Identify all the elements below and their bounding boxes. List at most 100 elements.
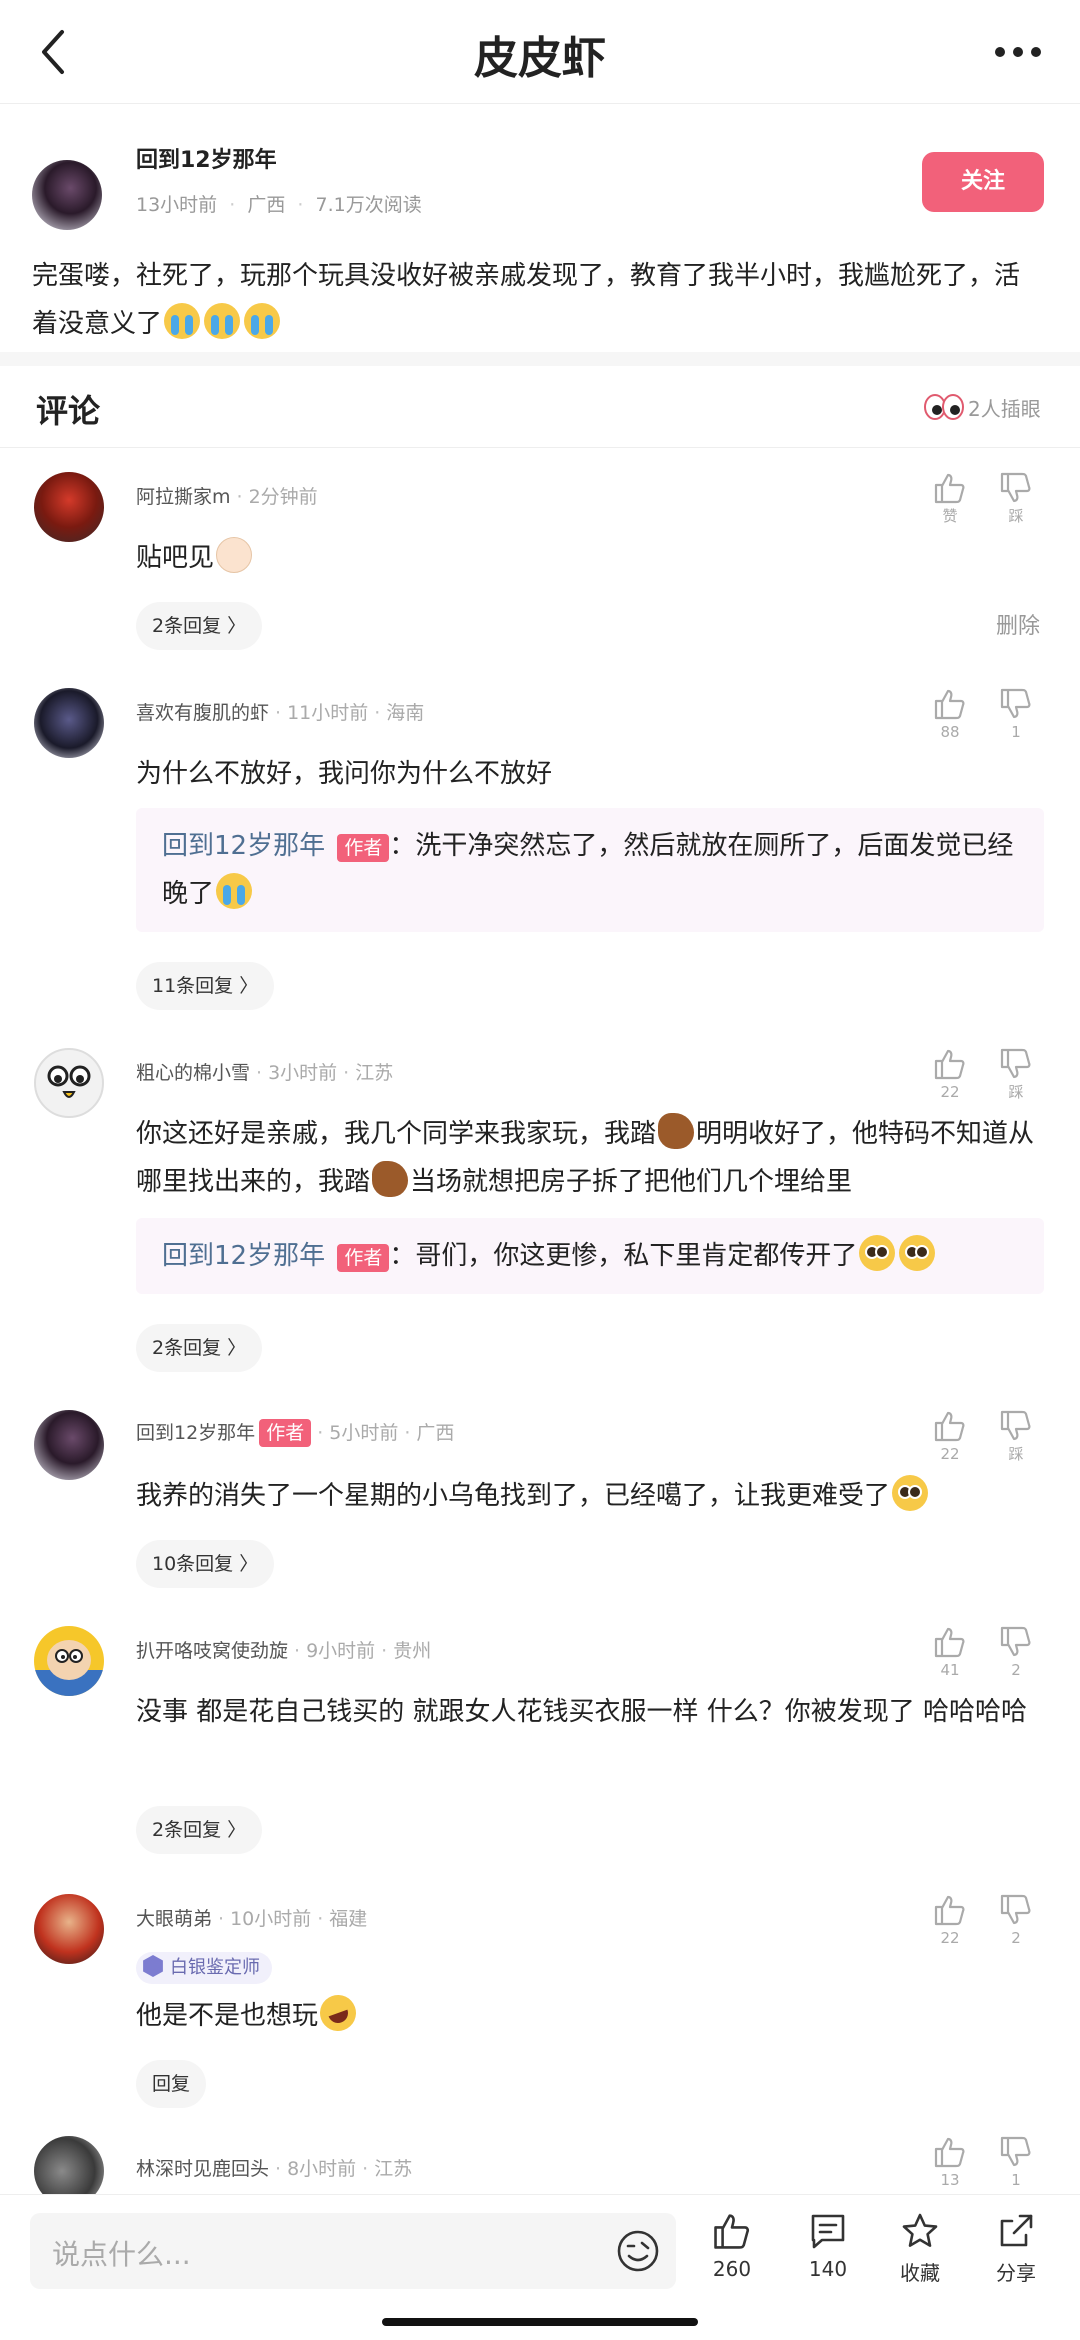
comment-time: 8小时前 xyxy=(287,2158,357,2180)
thumbs-down-icon xyxy=(1000,1626,1031,1657)
commenter-name[interactable]: 林深时见鹿回头 xyxy=(136,2158,269,2180)
author-reply-box: 回到12岁那年 作者 ：洗干净突然忘了，然后就放在厕所了，后面发觉已经晚了 xyxy=(136,808,1044,932)
peek-count[interactable]: 2人插眼 xyxy=(968,393,1041,422)
dislike-count: 2 xyxy=(1011,1929,1021,1947)
dislike-label: 踩 xyxy=(1008,1083,1024,1101)
dislike-button[interactable]: 2 xyxy=(996,1626,1036,1680)
comment-item: 大眼萌弟 · 10小时前 · 福建 白银鉴定师 他是不是也想玩 回复 22 2 xyxy=(0,1870,1080,2110)
comment-location: 江苏 xyxy=(355,1062,394,1084)
commenter-meta: 喜欢有腹肌的虾 · 11小时前 · 海南 xyxy=(136,702,425,724)
view-replies-button[interactable]: 2条回复 〉 xyxy=(136,1806,263,1854)
comments-title: 评论 xyxy=(36,392,101,430)
like-count: 260 xyxy=(712,2257,752,2281)
badge-label: 白银鉴定师 xyxy=(170,1957,260,1978)
comment-count: 140 xyxy=(808,2257,848,2281)
commenter-name[interactable]: 粗心的棉小雪 xyxy=(136,1062,250,1084)
reply-text: ：哥们，你这更惨，私下里肯定都传开了 xyxy=(389,1241,858,1271)
horse-emoji-icon xyxy=(372,1161,409,1197)
view-replies-button[interactable]: 11条回复 〉 xyxy=(136,962,275,1010)
thumbs-up-icon xyxy=(714,2214,750,2249)
thumbs-up-icon xyxy=(934,1895,965,1926)
smirk-face-emoji-icon xyxy=(216,537,253,573)
commenter-avatar[interactable] xyxy=(34,2136,104,2196)
comment-text-body: 贴吧见 xyxy=(136,543,215,573)
thumbs-down-icon xyxy=(1000,1048,1031,1079)
thumbs-up-icon xyxy=(934,689,965,720)
commenter-name[interactable]: 大眼萌弟 xyxy=(136,1908,212,1930)
commenter-name[interactable]: 回到12岁那年 xyxy=(136,1422,255,1444)
comment-bubble-icon xyxy=(811,2214,845,2249)
commenter-avatar[interactable] xyxy=(34,1048,104,1118)
comment-location: 福建 xyxy=(329,1908,368,1930)
thumbs-down-icon xyxy=(1000,1410,1031,1441)
commenter-avatar[interactable] xyxy=(34,688,104,758)
user-badge[interactable]: 白银鉴定师 xyxy=(136,1952,272,1984)
reply-author-name[interactable]: 回到12岁那年 xyxy=(162,1241,325,1271)
like-button[interactable]: 13 xyxy=(930,2136,970,2190)
post-author-avatar[interactable] xyxy=(32,160,102,230)
delete-button[interactable]: 删除 xyxy=(996,608,1040,640)
like-count: 22 xyxy=(940,1929,960,1947)
dislike-button[interactable]: 1 xyxy=(996,688,1036,742)
post-meta: 13小时前 · 广西 · 7.1万次阅读 xyxy=(136,194,422,216)
view-replies-button[interactable]: 2条回复 〉 xyxy=(136,1324,263,1372)
follow-button[interactable]: 关注 xyxy=(922,152,1044,212)
commenter-avatar[interactable] xyxy=(34,1410,104,1480)
like-button[interactable]: 88 xyxy=(930,688,970,742)
commenter-meta: 阿拉撕家m · 2分钟前 xyxy=(136,486,318,508)
thumbs-down-icon xyxy=(1000,1894,1031,1925)
comment-text: 为什么不放好，我问你为什么不放好 xyxy=(136,759,553,789)
post-location: 广西 xyxy=(247,194,286,216)
dislike-button[interactable]: 踩 xyxy=(996,472,1036,526)
post: 回到12岁那年 13小时前 · 广西 · 7.1万次阅读 关注 完蛋喽，社死了，… xyxy=(0,104,1080,360)
thumbs-up-icon xyxy=(934,473,965,504)
author-tag: 作者 xyxy=(259,1419,312,1447)
comment-text: 我养的消失了一个星期的小乌龟找到了，已经噶了，让我更难受了 xyxy=(136,1472,1036,1520)
page-title: 皮皮虾 xyxy=(474,33,606,84)
like-post-button[interactable]: 260 xyxy=(692,2211,772,2281)
comment-text-part: 当场就想把房子拆了把他们几个埋给里 xyxy=(410,1167,853,1197)
commenter-avatar[interactable] xyxy=(34,1894,104,1964)
commenter-name[interactable]: 阿拉撕家m xyxy=(136,486,231,508)
commenter-avatar[interactable] xyxy=(34,472,104,542)
reply-author-name[interactable]: 回到12岁那年 xyxy=(162,831,325,861)
home-indicator[interactable] xyxy=(382,2318,698,2326)
view-replies-button[interactable]: 2条回复 〉 xyxy=(136,602,263,650)
like-button[interactable]: 41 xyxy=(930,1626,970,1680)
post-time: 13小时前 xyxy=(136,194,218,216)
comment-button[interactable]: 140 xyxy=(788,2211,868,2281)
comment-time: 5小时前 xyxy=(329,1422,399,1444)
comment-text-body: 他是不是也想玩 xyxy=(136,2001,319,2031)
crying-emoji-icon xyxy=(204,303,241,339)
post-author-name[interactable]: 回到12岁那年 xyxy=(136,142,277,174)
dislike-button[interactable]: 踩 xyxy=(996,1410,1036,1464)
dislike-button[interactable]: 踩 xyxy=(996,1048,1036,1102)
favorite-button[interactable]: 收藏 xyxy=(880,2211,960,2286)
commenter-name[interactable]: 喜欢有腹肌的虾 xyxy=(136,702,269,724)
like-count: 13 xyxy=(940,2171,960,2189)
comment-text: 你这还好是亲戚，我几个同学来我家玩，我踏 明明收好了，他特码不知道从哪里找出来的，… xyxy=(136,1110,1036,1206)
like-count: 88 xyxy=(940,723,960,741)
pleading-emoji-icon xyxy=(892,1475,929,1511)
thumbs-down-icon xyxy=(1000,472,1031,503)
emoji-picker-icon[interactable] xyxy=(616,2229,660,2273)
like-button[interactable]: 赞 xyxy=(930,472,970,526)
reply-button[interactable]: 回复 xyxy=(136,2060,207,2108)
like-button[interactable]: 22 xyxy=(930,1048,970,1102)
view-replies-button[interactable]: 10条回复 〉 xyxy=(136,1540,275,1588)
comment-item: 粗心的棉小雪 · 3小时前 · 江苏 你这还好是亲戚，我几个同学来我家玩，我踏 明明收好了… xyxy=(0,1024,1080,1394)
commenter-name[interactable]: 扒开咯吱窝使劲旋 xyxy=(136,1640,288,1662)
dislike-button[interactable]: 1 xyxy=(996,2136,1036,2190)
commenter-meta: 林深时见鹿回头 · 8小时前 · 江苏 xyxy=(136,2158,413,2180)
dislike-button[interactable]: 2 xyxy=(996,1894,1036,1948)
like-button[interactable]: 22 xyxy=(930,1410,970,1464)
thumbs-down-icon xyxy=(1000,2136,1031,2167)
comment-input[interactable]: 说点什么... xyxy=(30,2213,676,2289)
like-button[interactable]: 22 xyxy=(930,1894,970,1948)
commenter-avatar[interactable] xyxy=(34,1626,104,1696)
comment-item: 回到12岁那年 作者 · 5小时前 · 广西 我养的消失了一个星期的小乌龟找到了，已经噶了… xyxy=(0,1386,1080,1596)
comment-location: 广西 xyxy=(416,1422,455,1444)
comments-header: 评论 2人插眼 xyxy=(0,366,1080,448)
more-options-icon[interactable] xyxy=(992,38,1044,66)
share-button[interactable]: 分享 xyxy=(976,2211,1056,2286)
